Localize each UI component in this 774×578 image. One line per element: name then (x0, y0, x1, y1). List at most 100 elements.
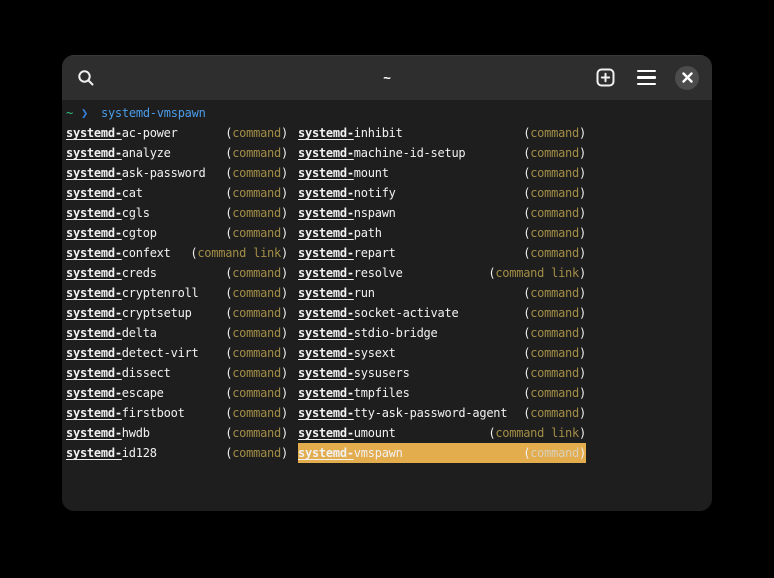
completion-item: systemd-stdio-bridge(command) (298, 323, 586, 343)
completion-name: systemd-dissect (66, 366, 171, 380)
completion-item: systemd-firstboot (command) (66, 403, 288, 423)
completion-name: systemd-notify (298, 186, 396, 200)
completion-name: systemd-analyze (66, 146, 171, 160)
completion-item: systemd-resolve(command link) (298, 263, 586, 283)
completion-item: systemd-delta (command) (66, 323, 288, 343)
completion-description: (command) (225, 286, 288, 300)
completion-item: systemd-umount (command link) (298, 423, 586, 443)
completion-description: (command) (225, 126, 288, 140)
completion-item: systemd-sysext (command) (298, 343, 586, 363)
completion-item: systemd-inhibit (command) (298, 123, 586, 143)
completion-name: systemd-nspawn (298, 206, 396, 220)
header-controls (592, 65, 700, 91)
completion-description: (command) (523, 166, 586, 180)
completion-name: systemd-socket-activate (298, 306, 458, 320)
search-icon (77, 69, 95, 87)
completion-description: (command) (225, 406, 288, 420)
completion-name: systemd-detect-virt (66, 346, 199, 360)
completion-description: (command) (225, 326, 288, 340)
shell-prompt: ~ ❯ systemd-vmspawn (66, 103, 708, 123)
terminal-window: ~ (62, 55, 712, 511)
completion-description: (command) (225, 366, 288, 380)
completion-description: (command) (225, 206, 288, 220)
completion-name: systemd-mount (298, 166, 389, 180)
search-button[interactable] (73, 65, 99, 91)
completion-name: systemd-path (298, 226, 382, 240)
new-tab-icon (596, 68, 615, 87)
completion-name: systemd-sysext (298, 346, 396, 360)
completion-name: systemd-inhibit (298, 126, 403, 140)
completion-name: systemd-delta (66, 326, 157, 340)
header-bar: ~ (62, 55, 712, 100)
completion-name: systemd-cryptenroll (66, 286, 199, 300)
menu-button[interactable] (633, 65, 659, 91)
completion-name: systemd-firstboot (66, 406, 185, 420)
completion-item: systemd-machine-id-setup (command) (298, 143, 586, 163)
completion-item-selected: systemd-vmspawn(command) (298, 443, 586, 463)
completion-item: systemd-escape (command) (66, 383, 288, 403)
completion-name: systemd-umount (298, 426, 396, 440)
close-button[interactable] (674, 65, 700, 91)
completion-description: (command) (523, 126, 586, 140)
completion-name: systemd-confext (66, 246, 171, 260)
completion-name: systemd-machine-id-setup (298, 146, 465, 160)
typed-command: systemd-vmspawn (101, 106, 206, 120)
completion-column-left: systemd-ac-power(command)systemd-analyze… (66, 123, 288, 463)
completion-description: (command) (225, 226, 288, 240)
completion-name: systemd-hwdb (66, 426, 150, 440)
completion-item: systemd-ac-power(command) (66, 123, 288, 143)
completion-description: (command) (523, 406, 586, 420)
completion-item: systemd-cat (command) (66, 183, 288, 203)
new-tab-button[interactable] (592, 65, 618, 91)
completion-description: (command) (523, 386, 586, 400)
completion-item: systemd-socket-activate (command) (298, 303, 586, 323)
completion-name: systemd-cat (66, 186, 143, 200)
completion-name: systemd-repart (298, 246, 396, 260)
completion-item: systemd-tty-ask-password-agent (command) (298, 403, 586, 423)
completion-item: systemd-cgtop (command) (66, 223, 288, 243)
completion-description: (command link) (488, 426, 586, 440)
completion-column-right: systemd-inhibit(command)systemd-machine-… (298, 123, 586, 463)
completion-name: systemd-escape (66, 386, 164, 400)
completion-description: (command) (225, 166, 288, 180)
prompt-arrow-icon: ❯ (81, 106, 88, 120)
completion-item: systemd-analyze(command) (66, 143, 288, 163)
completion-description: (command) (523, 306, 586, 320)
completion-name: systemd-tty-ask-password-agent (298, 406, 507, 420)
completion-item: systemd-creds (command) (66, 263, 288, 283)
completion-description: (command) (523, 346, 586, 360)
completion-description: (command) (523, 146, 586, 160)
completion-name: systemd-tmpfiles (298, 386, 410, 400)
completion-description: (command) (225, 386, 288, 400)
completion-description: (command) (523, 446, 586, 460)
completion-item: systemd-cryptsetup(command) (66, 303, 288, 323)
completion-description: (command) (225, 346, 288, 360)
completion-description: (command) (523, 186, 586, 200)
completion-name: systemd-ask-password (66, 166, 206, 180)
completion-description: (command link) (190, 246, 288, 260)
completion-item: systemd-confext (command link) (66, 243, 288, 263)
completion-description: (command link) (488, 266, 586, 280)
completion-item: systemd-path (command) (298, 223, 586, 243)
completion-item: systemd-mount (command) (298, 163, 586, 183)
terminal-viewport[interactable]: ~ ❯ systemd-vmspawn systemd-ac-power(com… (62, 100, 712, 463)
completion-description: (command) (523, 366, 586, 380)
completion-name: systemd-id128 (66, 446, 157, 460)
completion-description: (command) (225, 266, 288, 280)
completion-item: systemd-ask-password (command) (66, 163, 288, 183)
completion-item: systemd-notify (command) (298, 183, 586, 203)
completion-name: systemd-stdio-bridge (298, 326, 438, 340)
window-title: ~ (383, 70, 391, 85)
completion-name: systemd-creds (66, 266, 157, 280)
completion-item: systemd-sysusers(command) (298, 363, 586, 383)
completion-name: systemd-cgtop (66, 226, 157, 240)
completion-item: systemd-run(command) (298, 283, 586, 303)
completion-description: (command) (225, 446, 288, 460)
completion-description: (command) (523, 286, 586, 300)
completion-item: systemd-hwdb(command) (66, 423, 288, 443)
completion-description: (command) (225, 306, 288, 320)
completion-item: systemd-nspawn(command) (298, 203, 586, 223)
completion-description: (command) (225, 186, 288, 200)
completion-description: (command) (523, 226, 586, 240)
completion-item: systemd-dissect (command) (66, 363, 288, 383)
